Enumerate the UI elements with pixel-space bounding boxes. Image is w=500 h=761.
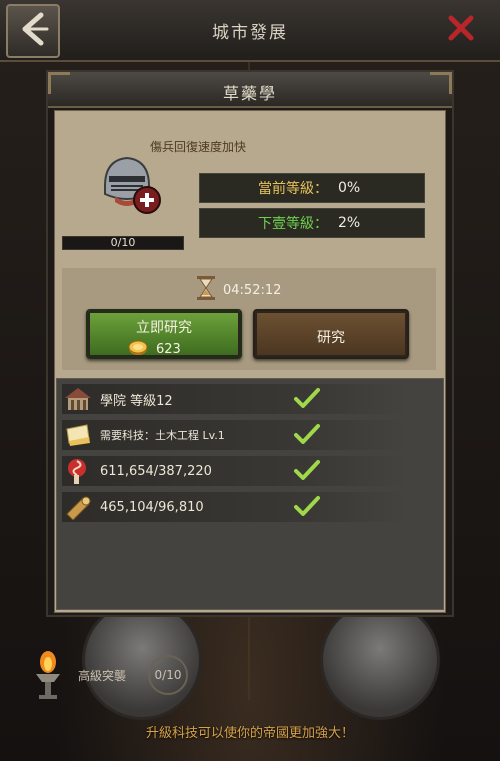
requirement-text: 需要科技：土木工程 Lv.1 — [100, 429, 225, 442]
check-icon — [294, 387, 320, 413]
requirement-text: 學院 等級12 — [100, 393, 173, 409]
background-medallion-right — [320, 600, 440, 720]
check-icon — [294, 495, 320, 521]
tech-icon — [95, 150, 165, 220]
current-level-row: 當前等級： 0% — [199, 173, 425, 203]
background-medallion-left — [82, 600, 202, 720]
instant-research-cost-value: 623 — [156, 341, 181, 357]
torch-icon — [30, 650, 66, 700]
dialog-title: 草藥學 — [222, 84, 277, 103]
check-icon — [294, 423, 320, 449]
back-button[interactable] — [6, 4, 60, 58]
current-level-value: 0% — [338, 180, 361, 196]
requirement-row: 需要科技：土木工程 Lv.1 — [62, 420, 408, 450]
current-level-label: 當前等級： — [258, 181, 328, 197]
close-button[interactable] — [443, 12, 479, 48]
back-arrow-icon — [15, 11, 51, 51]
wood-icon — [62, 493, 94, 521]
hourglass-icon — [195, 275, 217, 305]
requirement-text: 611,654/387,220 — [100, 463, 212, 479]
progress-label: 0/10 — [110, 236, 136, 249]
academy-icon — [62, 385, 94, 413]
instant-research-button[interactable]: 立即研究 623 — [86, 309, 242, 359]
next-level-row: 下壹等級： 2% — [199, 208, 425, 238]
requirement-row: 學院 等級12 — [62, 384, 408, 414]
next-level-label: 下壹等級： — [258, 216, 328, 232]
research-button[interactable]: 研究 — [253, 309, 409, 359]
research-timer: 04:52:12 — [195, 276, 281, 304]
research-button-label: 研究 — [317, 330, 345, 346]
timer-text: 04:52:12 — [223, 282, 282, 298]
check-icon — [294, 459, 320, 485]
upgrade-label: 高級突襲 — [78, 669, 127, 683]
upgrade-count: 0/10 — [148, 655, 188, 695]
requirement-row: 611,654/387,220 — [62, 456, 408, 486]
gold-coin-icon — [128, 338, 150, 360]
food-icon — [62, 457, 94, 485]
requirement-row: 465,104/96,810 — [62, 492, 408, 522]
dialog-header: 草藥學 — [48, 72, 452, 108]
next-level-value: 2% — [338, 215, 361, 231]
scroll-icon — [62, 421, 94, 449]
instant-research-cost: 623 — [128, 338, 181, 360]
instant-research-label: 立即研究 — [136, 320, 192, 336]
close-icon — [447, 14, 475, 46]
window-title: 城市發展 — [212, 23, 288, 43]
requirement-text: 465,104/96,810 — [100, 499, 204, 515]
footer-tip: 升級科技可以使你的帝國更加強大！ — [145, 726, 354, 741]
